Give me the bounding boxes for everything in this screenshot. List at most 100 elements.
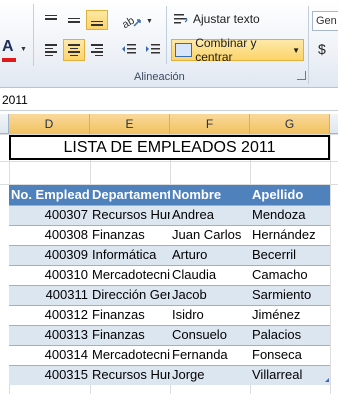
cell-last-name[interactable]: Villarreal [250, 365, 330, 385]
cell-first-name[interactable]: Jorge [170, 365, 250, 385]
chevron-down-icon[interactable]: ▼ [146, 18, 153, 25]
table-header-row: No. Empleado Departamento Nombre Apellid… [9, 185, 330, 205]
sheet-title-cell[interactable]: LISTA DE EMPLEADOS 2011 [9, 135, 330, 160]
cell-last-name[interactable]: Becerril [250, 245, 330, 265]
row-separator [9, 305, 330, 306]
cell-employee-number[interactable]: 400311 [9, 285, 90, 305]
decrease-indent-icon [122, 44, 136, 54]
decrease-indent-button[interactable] [118, 39, 140, 61]
column-header-partial[interactable] [0, 114, 9, 134]
column-headers: D E F G [0, 114, 338, 134]
align-left-icon [45, 44, 57, 56]
cell-first-name[interactable]: Isidro [170, 305, 250, 325]
increase-indent-icon [146, 44, 160, 54]
currency-format-button[interactable]: $ [318, 41, 326, 57]
wrap-text-icon [174, 14, 188, 24]
header-last-name[interactable]: Apellido [250, 185, 330, 205]
align-center-button[interactable] [63, 39, 85, 61]
align-center-icon [68, 44, 80, 56]
table-row: 400308 Finanzas Juan Carlos Hernández [9, 225, 330, 245]
align-right-button[interactable] [86, 39, 108, 61]
increase-indent-button[interactable] [142, 39, 164, 61]
cell-department[interactable]: Recursos Humanos [90, 365, 170, 385]
cell-employee-number[interactable]: 400315 [9, 365, 90, 385]
table-row: 400315Recursos HumanosJorgeVillarreal [9, 365, 330, 385]
cell-last-name[interactable]: Jiménez [250, 305, 330, 325]
dialog-launcher-icon[interactable] [297, 71, 306, 80]
cell-last-name[interactable]: Palacios [250, 325, 330, 345]
gridline [330, 134, 331, 394]
align-left-button[interactable] [40, 39, 62, 61]
table-row: 400307Recursos HumanosAndreaMendoza [9, 205, 330, 225]
column-header-f[interactable]: F [170, 114, 250, 134]
column-header-e[interactable]: E [90, 114, 170, 134]
orientation-button[interactable]: ab [118, 10, 144, 30]
cell-department[interactable]: Mercadotecnia [90, 265, 170, 285]
row-separator [9, 365, 330, 366]
table-row: 400310 Mercadotecnia Claudia Camacho [9, 265, 330, 285]
header-department[interactable]: Departamento [90, 185, 170, 205]
cell-last-name[interactable]: Sarmiento [250, 285, 330, 305]
row-separator [9, 345, 330, 346]
cell-employee-number[interactable]: 400314 [9, 345, 90, 365]
cell-last-name[interactable]: Camacho [250, 265, 330, 285]
table-row: 400312 Finanzas Isidro Jiménez [9, 305, 330, 325]
row-separator [9, 325, 330, 326]
font-color-swatch [2, 58, 16, 62]
cell-first-name[interactable]: Consuelo [170, 325, 250, 345]
cell-department[interactable]: Informática [90, 245, 170, 265]
cell-department[interactable]: Dirección General [90, 285, 170, 305]
column-header-d[interactable]: D [9, 114, 90, 134]
header-employee-number[interactable]: No. Empleado [9, 185, 90, 205]
cell-employee-number[interactable]: 400310 [9, 265, 90, 285]
wrap-text-button[interactable]: Ajustar texto [173, 12, 260, 26]
column-header-partial[interactable] [330, 114, 338, 134]
cell-first-name[interactable]: Andrea [170, 205, 250, 225]
cell-first-name[interactable]: Jacob [170, 285, 250, 305]
cell-employee-number[interactable]: 400313 [9, 325, 90, 345]
ribbon-separator [308, 6, 309, 84]
align-middle-button[interactable] [63, 10, 85, 30]
table-row: 400311Dirección GeneralJacobSarmiento [9, 285, 330, 305]
cell-department[interactable]: Finanzas [90, 325, 170, 345]
cell-last-name[interactable]: Hernández [250, 225, 330, 245]
header-first-name[interactable]: Nombre [170, 185, 250, 205]
align-top-button[interactable] [40, 10, 62, 30]
cell-employee-number[interactable]: 400309 [9, 245, 90, 265]
row-separator [9, 265, 330, 266]
table-resize-handle-icon[interactable] [325, 378, 329, 382]
ribbon: A ▼ ab ▼ Ajustar texto Combinar y centra… [0, 0, 338, 88]
cell-first-name[interactable]: Juan Carlos [170, 225, 250, 245]
formula-bar[interactable]: 2011 [0, 89, 338, 111]
cell-department[interactable]: Mercadotecnia [90, 345, 170, 365]
cell-department[interactable]: Recursos Humanos [90, 205, 170, 225]
cell-first-name[interactable]: Arturo [170, 245, 250, 265]
font-color-letter: A [2, 38, 14, 55]
ribbon-separator [166, 6, 167, 64]
merge-center-label: Combinar y centrar [195, 36, 257, 64]
table-row: 400313 Finanzas Consuelo Palacios [9, 325, 330, 345]
align-bottom-button[interactable] [86, 10, 108, 30]
cell-last-name[interactable]: Mendoza [250, 205, 330, 225]
merge-center-button[interactable]: Combinar y centrar ▼ [171, 36, 304, 64]
cell-first-name[interactable]: Claudia [170, 265, 250, 285]
align-middle-icon [68, 17, 80, 23]
cell-last-name[interactable]: Fonseca [250, 345, 330, 365]
cell-employee-number[interactable]: 400307 [9, 205, 90, 225]
ribbon-separator [33, 4, 34, 66]
table-row: 400314 Mercadotecnia Fernanda Fonseca [9, 345, 330, 365]
row-separator [9, 245, 330, 246]
number-format-box[interactable]: Gen [312, 11, 338, 31]
gridline [0, 161, 338, 162]
cell-first-name[interactable]: Fernanda [170, 345, 250, 365]
align-top-icon [45, 14, 57, 20]
cell-employee-number[interactable]: 400312 [9, 305, 90, 325]
cell-department[interactable]: Finanzas [90, 305, 170, 325]
chevron-down-icon[interactable]: ▼ [292, 46, 300, 55]
text-orientation-icon: ab [120, 15, 141, 28]
column-header-g[interactable]: G [250, 114, 330, 134]
cell-employee-number[interactable]: 400308 [9, 225, 90, 245]
cell-department[interactable]: Finanzas [90, 225, 170, 245]
merge-cells-icon [175, 43, 193, 57]
chevron-down-icon[interactable]: ▼ [20, 46, 27, 53]
